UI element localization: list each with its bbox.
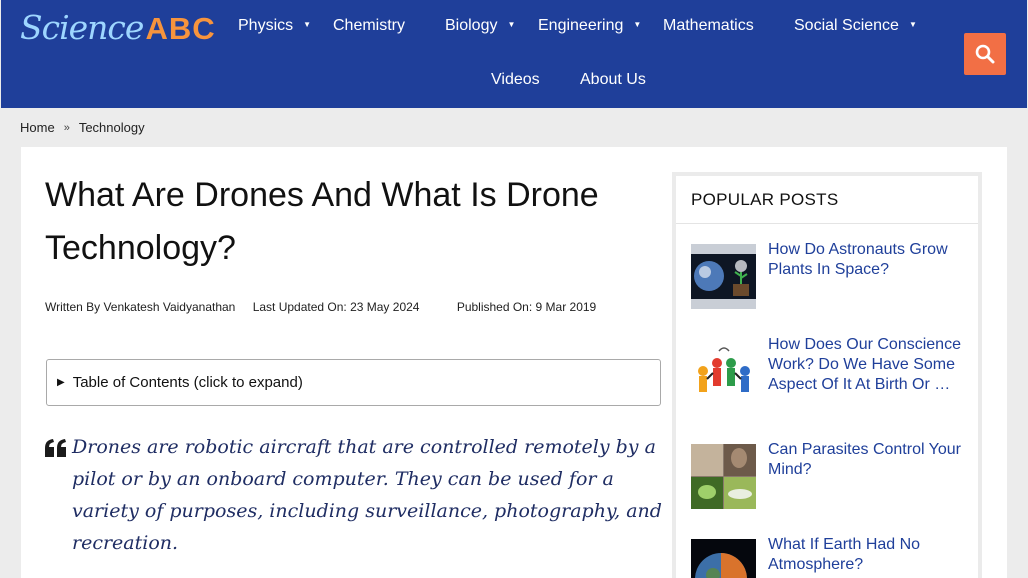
nav-item-biology[interactable]: Biology ▼	[445, 16, 515, 36]
breadcrumb-technology-link[interactable]: Technology	[79, 120, 145, 135]
site-logo[interactable]: Science ABC	[20, 8, 216, 48]
nav-item-about-us[interactable]: About Us	[580, 70, 646, 90]
nav-item-label: About Us	[580, 71, 646, 88]
parasite-collage-image	[691, 444, 756, 509]
conscience-figures-image	[691, 339, 756, 404]
nav-item-mathematics[interactable]: Mathematics	[663, 16, 754, 36]
search-icon	[975, 44, 995, 64]
post-thumbnail[interactable]	[691, 244, 756, 309]
post-title[interactable]: Can Parasites Control Your Mind?	[768, 440, 968, 480]
post-title[interactable]: What If Earth Had No Atmosphere?	[768, 535, 968, 575]
nav-item-label: Engineering	[538, 17, 624, 35]
disclosure-triangle-icon: ▶	[57, 377, 65, 388]
nav-item-label: Physics	[238, 17, 294, 35]
astronaut-plants-image	[691, 244, 756, 309]
main-content-card: What Are Drones And What Is Drone Techno…	[21, 147, 1007, 578]
last-updated-date: Last Updated On: 23 May 2024	[252, 300, 420, 314]
published-date: Published On: 9 Mar 2019	[456, 300, 597, 314]
post-title[interactable]: How Does Our Conscience Work? Do We Have…	[768, 335, 968, 395]
chevron-down-icon: ▼	[507, 20, 516, 29]
nav-item-videos[interactable]: Videos	[491, 70, 540, 90]
article-meta: Written By Venkatesh Vaidyanathan Last U…	[45, 291, 645, 323]
article-summary-quote: Drones are robotic aircraft that are con…	[72, 436, 662, 554]
popular-posts-heading: POPULAR POSTS	[676, 176, 978, 224]
chevron-down-icon: ▼	[633, 20, 642, 29]
nav-item-social-science[interactable]: Social Science ▼	[794, 16, 917, 36]
logo-science-text: Science	[20, 8, 144, 47]
nav-item-physics[interactable]: Physics ▼	[238, 16, 311, 36]
nav-item-label: Social Science	[794, 17, 899, 35]
top-navigation-bar: Science ABC Physics ▼ Chemistry Biology ▼ E…	[1, 0, 1027, 108]
nav-item-engineering[interactable]: Engineering ▼	[538, 16, 641, 36]
breadcrumb-separator: »	[63, 121, 70, 134]
post-thumbnail[interactable]	[691, 539, 756, 578]
post-thumbnail[interactable]	[691, 339, 756, 404]
breadcrumb-home-link[interactable]: Home	[20, 120, 55, 135]
post-title[interactable]: How Do Astronauts Grow Plants In Space?	[768, 240, 968, 280]
table-of-contents-toggle[interactable]: ▶ Table of Contents (click to expand)	[46, 359, 661, 406]
search-button[interactable]	[964, 33, 1006, 75]
author-byline[interactable]: Written By Venkatesh Vaidyanathan	[45, 300, 235, 314]
nav-item-chemistry[interactable]: Chemistry	[333, 16, 405, 36]
post-thumbnail[interactable]	[691, 444, 756, 509]
nav-item-label: Biology	[445, 17, 498, 35]
popular-posts-sidebar: POPULAR POSTS How Do Astronauts Grow Pla	[672, 172, 982, 578]
nav-item-label: Mathematics	[663, 17, 754, 34]
chevron-down-icon: ▼	[908, 20, 917, 29]
earth-atmosphere-image	[691, 539, 756, 578]
quote-icon	[45, 439, 66, 457]
breadcrumb: Home » Technology	[20, 120, 145, 135]
nav-item-label: Videos	[491, 71, 540, 88]
chevron-down-icon: ▼	[303, 20, 312, 29]
toc-label: Table of Contents (click to expand)	[72, 374, 303, 391]
logo-abc-text: ABC	[145, 11, 216, 46]
article-title: What Are Drones And What Is Drone Techno…	[45, 176, 599, 267]
nav-item-label: Chemistry	[333, 17, 406, 34]
